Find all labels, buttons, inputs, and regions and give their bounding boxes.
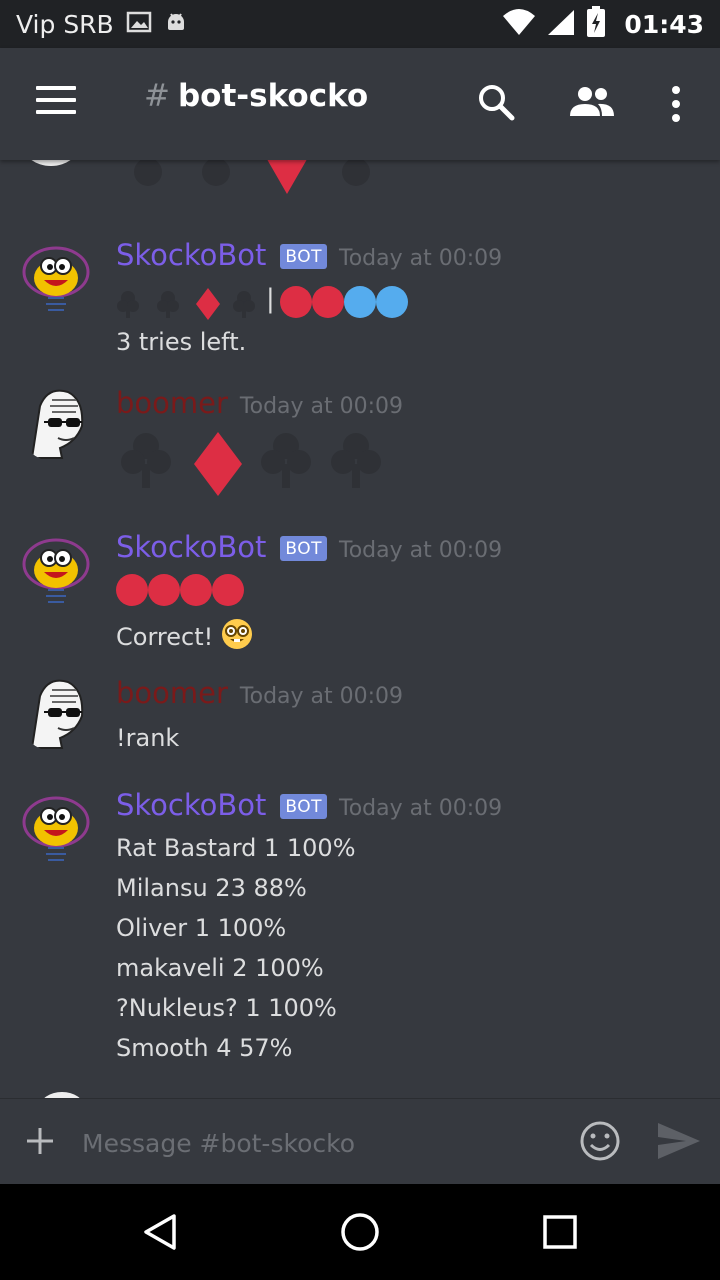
timestamp: Today at 00:09 bbox=[239, 394, 404, 419]
club-icon bbox=[117, 291, 139, 318]
message: boomer Today at 00:09 bbox=[0, 386, 720, 506]
message-text: Correct! bbox=[116, 623, 214, 651]
members-icon[interactable] bbox=[568, 84, 616, 124]
status-bar: Vip SRB 01:43 bbox=[0, 0, 720, 48]
username[interactable]: boomer bbox=[116, 386, 228, 420]
avatar[interactable] bbox=[18, 386, 94, 462]
signal-icon bbox=[546, 8, 576, 40]
message-header: SkockoBot BOT Today at 00:09 bbox=[116, 788, 502, 822]
send-icon[interactable] bbox=[656, 1121, 702, 1165]
rank-line: makaveli 2 100% bbox=[116, 954, 324, 982]
diamond-icon bbox=[194, 432, 242, 496]
club-icon bbox=[157, 291, 179, 318]
timestamp: Today at 00:09 bbox=[339, 538, 503, 563]
red-circle-icon bbox=[148, 574, 180, 606]
channel-name: bot-skocko bbox=[177, 78, 369, 114]
back-icon[interactable] bbox=[140, 1212, 180, 1256]
blue-circle-icon bbox=[344, 286, 376, 318]
club-icon bbox=[331, 433, 381, 488]
android-icon bbox=[164, 10, 188, 38]
hash-icon: # bbox=[144, 78, 170, 114]
message-header: SkockoBot BOT Today at 00:09 bbox=[116, 530, 502, 564]
clock: 01:43 bbox=[624, 9, 704, 39]
message-header: boomer Today at 00:09 bbox=[116, 386, 403, 420]
emoji-icon[interactable] bbox=[578, 1119, 622, 1167]
red-circle-icon bbox=[312, 286, 344, 318]
rank-line: Rat Bastard 1 100% bbox=[116, 834, 356, 862]
search-icon[interactable] bbox=[476, 82, 516, 126]
red-circle-icon bbox=[180, 574, 212, 606]
message-header: boomer Today at 00:09 bbox=[116, 676, 403, 710]
red-circle-icon bbox=[116, 574, 148, 606]
add-icon[interactable] bbox=[24, 1125, 56, 1161]
message: SkockoBot BOT Today at 00:09 Correct! bbox=[0, 530, 720, 651]
timestamp: Today at 00:09 bbox=[339, 796, 503, 821]
message-input[interactable] bbox=[80, 1123, 564, 1163]
club-icon bbox=[261, 433, 311, 488]
timestamp: Today at 00:09 bbox=[239, 684, 404, 709]
username[interactable]: SkockoBot bbox=[116, 530, 266, 564]
club-icon bbox=[233, 291, 255, 318]
username[interactable]: boomer bbox=[116, 676, 228, 710]
rank-line: Milansu 23 88% bbox=[116, 874, 307, 902]
message: SkockoBot BOT Today at 00:09 | 3 tries l… bbox=[0, 238, 720, 358]
nerd-face-icon bbox=[221, 618, 253, 656]
wifi-icon bbox=[502, 8, 536, 40]
bot-badge: BOT bbox=[280, 794, 328, 819]
rank-line: ?Nukleus? 1 100% bbox=[116, 994, 337, 1022]
image-icon bbox=[126, 10, 152, 38]
message-text: 3 tries left. bbox=[116, 328, 247, 356]
separator: | bbox=[266, 284, 275, 314]
partial-previous-message bbox=[0, 160, 720, 200]
diamond-icon bbox=[196, 288, 220, 320]
message: SkockoBot BOT Today at 00:09 Rat Bastard… bbox=[0, 788, 720, 1078]
message-header: SkockoBot BOT Today at 00:09 bbox=[116, 238, 502, 272]
guess-result-row: | bbox=[116, 284, 416, 322]
channel-title: # bot-skocko bbox=[144, 78, 368, 114]
menu-icon[interactable] bbox=[36, 86, 76, 122]
blue-circle-icon bbox=[376, 286, 408, 318]
rank-line: Oliver 1 100% bbox=[116, 914, 287, 942]
red-circle-icon bbox=[280, 286, 312, 318]
guess-symbols bbox=[121, 432, 381, 496]
recents-icon[interactable] bbox=[542, 1212, 578, 1256]
avatar[interactable] bbox=[18, 788, 94, 864]
rank-line: Smooth 4 57% bbox=[116, 1034, 293, 1062]
message-text-row: Correct! bbox=[116, 618, 253, 656]
avatar[interactable] bbox=[18, 238, 94, 314]
timestamp: Today at 00:09 bbox=[339, 246, 503, 271]
more-vert-icon[interactable] bbox=[666, 84, 686, 128]
message-composer bbox=[0, 1098, 720, 1185]
username[interactable]: SkockoBot bbox=[116, 788, 266, 822]
message: boomer Today at 00:09 !rank bbox=[0, 676, 720, 766]
battery-charging-icon bbox=[586, 6, 606, 42]
result-circles bbox=[280, 286, 408, 318]
avatar[interactable] bbox=[18, 530, 94, 606]
message-list[interactable]: SkockoBot BOT Today at 00:09 | 3 tries l… bbox=[0, 160, 720, 1098]
username[interactable]: SkockoBot bbox=[116, 238, 266, 272]
bot-badge: BOT bbox=[280, 536, 328, 561]
bot-badge: BOT bbox=[280, 244, 328, 269]
club-icon bbox=[121, 433, 171, 488]
message-text: !rank bbox=[116, 724, 180, 752]
home-icon[interactable] bbox=[340, 1212, 380, 1256]
result-circles bbox=[116, 574, 244, 606]
red-circle-icon bbox=[212, 574, 244, 606]
carrier-label: Vip SRB bbox=[16, 9, 114, 39]
app-bar: # bot-skocko bbox=[0, 48, 720, 160]
system-nav-bar bbox=[0, 1184, 720, 1280]
avatar[interactable] bbox=[18, 676, 94, 752]
